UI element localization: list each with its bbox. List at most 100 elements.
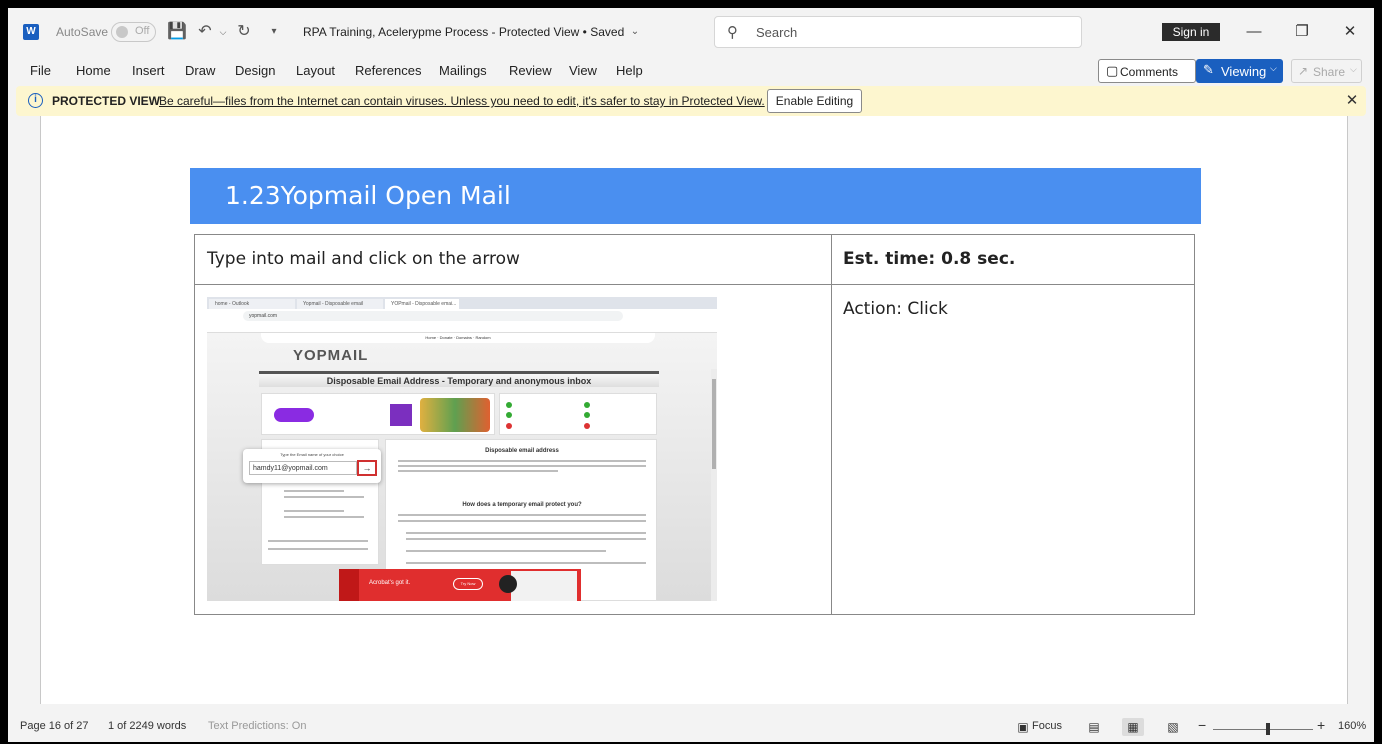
ad-pill	[274, 408, 314, 422]
browser-tab-strip: home - Outlook Yopmail - Disposable emai…	[207, 297, 717, 309]
enable-editing-button[interactable]: Enable Editing	[767, 89, 862, 113]
document-canvas[interactable]: 1.23Yopmail Open Mail Type into mail and…	[8, 116, 1374, 704]
minimize-icon[interactable]: —	[1242, 20, 1266, 44]
browser-address-bar: yopmail.com	[207, 309, 717, 323]
ad-try-button: Try Now	[453, 578, 483, 590]
check-icon	[584, 412, 590, 418]
arrow-icon: →	[357, 460, 377, 476]
toggle-knob	[116, 26, 128, 38]
zoom-slider-thumb[interactable]	[1266, 723, 1270, 735]
share-button[interactable]: ↗ Share ⌵	[1291, 59, 1362, 83]
undo-icon[interactable]: ↶	[195, 22, 215, 42]
word-logo-icon: W	[23, 24, 39, 40]
screenshot-scrollbar	[711, 369, 717, 601]
menu-file[interactable]: File	[30, 63, 51, 78]
table-row: Type into mail and click on the arrow Es…	[194, 234, 1195, 285]
menu-layout[interactable]: Layout	[296, 63, 335, 78]
redo-icon[interactable]: ↻	[234, 22, 254, 42]
web-layout-icon[interactable]: ▧	[1162, 718, 1184, 736]
yopmail-nav: Home · Donate · Domains · Random	[261, 333, 655, 343]
protected-view-title: PROTECTED VIEW	[52, 94, 161, 108]
text-line	[406, 562, 646, 564]
adobe-logo	[339, 569, 359, 601]
yopmail-features	[499, 393, 657, 435]
autosave-toggle[interactable]: Off	[111, 22, 156, 42]
comments-button[interactable]: ▢ Comments	[1098, 59, 1196, 83]
zoom-slider[interactable]	[1213, 729, 1313, 730]
search-placeholder: Search	[756, 25, 798, 40]
search-icon: ⚲	[727, 24, 738, 41]
zoom-level[interactable]: 160%	[1338, 720, 1366, 732]
yopmail-page: Home · Donate · Domains · Random YOPMAIL…	[207, 333, 717, 601]
screenshot-cell: home - Outlook Yopmail - Disposable emai…	[194, 284, 832, 615]
search-input[interactable]: ⚲ Search	[714, 16, 1082, 48]
word-count[interactable]: 1 of 2249 words	[108, 720, 186, 732]
page-count[interactable]: Page 16 of 27	[20, 720, 89, 732]
text-line	[284, 516, 364, 518]
menu-references[interactable]: References	[355, 63, 421, 78]
viewing-chevron-icon: ⌵	[1270, 63, 1277, 73]
undo-dropdown-icon[interactable]: ⌵	[213, 22, 233, 42]
status-bar: Page 16 of 27 1 of 2249 words Text Predi…	[8, 714, 1374, 742]
autosave-state: Off	[135, 25, 150, 37]
table-row: home - Outlook Yopmail - Disposable emai…	[194, 284, 1195, 615]
menu-mailings[interactable]: Mailings	[439, 63, 487, 78]
text-line	[398, 470, 558, 472]
save-icon[interactable]: 💾	[167, 22, 187, 42]
document-title[interactable]: RPA Training, Acelerypme Process - Prote…	[303, 25, 624, 39]
ad-image	[420, 398, 490, 432]
zoom-in-icon[interactable]: +	[1317, 717, 1325, 733]
ad-circle-icon	[499, 575, 517, 593]
sign-in-button[interactable]: Sign in	[1162, 23, 1220, 41]
text-line	[284, 496, 364, 498]
text-predictions[interactable]: Text Predictions: On	[208, 720, 306, 732]
text-line	[406, 532, 646, 534]
close-bar-icon[interactable]: ✕	[1342, 91, 1362, 111]
text-line	[398, 465, 646, 467]
check-icon	[584, 402, 590, 408]
menu-view[interactable]: View	[569, 63, 597, 78]
email-label: Type the Email name of your choice	[280, 452, 344, 457]
step-table: Type into mail and click on the arrow Es…	[194, 234, 1195, 615]
document-page[interactable]: 1.23Yopmail Open Mail Type into mail and…	[40, 116, 1348, 704]
text-line	[284, 510, 344, 512]
browser-tab: home - Outlook	[209, 299, 295, 309]
yopmail-ad-banner	[261, 393, 495, 435]
focus-icon[interactable]: ▣	[1012, 718, 1034, 736]
customize-toolbar-icon[interactable]: ▾	[264, 22, 284, 42]
browser-bookmarks-bar	[207, 323, 717, 333]
title-chevron-down-icon[interactable]: ⌄	[625, 22, 645, 42]
menu-home[interactable]: Home	[76, 63, 111, 78]
cross-icon	[584, 423, 590, 429]
restore-icon[interactable]: ❐	[1290, 20, 1314, 44]
viewing-button[interactable]: ✎ Viewing ⌵	[1196, 59, 1283, 83]
focus-label[interactable]: Focus	[1032, 720, 1062, 732]
action-cell: Action: Click	[831, 284, 1195, 615]
protected-view-message[interactable]: Be careful—files from the Internet can c…	[159, 94, 765, 108]
cross-icon	[506, 423, 512, 429]
menu-insert[interactable]: Insert	[132, 63, 165, 78]
text-line	[398, 520, 646, 522]
viewing-label: Viewing	[1221, 64, 1267, 79]
embedded-screenshot: home - Outlook Yopmail - Disposable emai…	[207, 297, 717, 601]
menu-help[interactable]: Help	[616, 63, 643, 78]
yopmail-header: Disposable Email Address - Temporary and…	[259, 371, 659, 387]
read-mode-icon[interactable]: ▤	[1083, 718, 1105, 736]
yopmail-logo: YOPMAIL	[293, 347, 369, 364]
browser-tab: Yopmail - Disposable email	[297, 299, 383, 309]
email-input: hamdy11@yopmail.com	[249, 461, 357, 475]
menu-review[interactable]: Review	[509, 63, 552, 78]
menu-design[interactable]: Design	[235, 63, 275, 78]
pen-icon: ✎	[1203, 62, 1214, 77]
est-time: Est. time: 0.8 sec.	[831, 234, 1195, 285]
title-bar: W AutoSave Off 💾 ↶ ⌵ ↻ ▾ RPA Training, A…	[8, 8, 1374, 56]
step-description: Type into mail and click on the arrow	[194, 234, 832, 285]
close-icon[interactable]: ✕	[1338, 20, 1362, 44]
right-heading-2: How does a temporary email protect you?	[462, 502, 582, 508]
menu-draw[interactable]: Draw	[185, 63, 215, 78]
zoom-out-icon[interactable]: −	[1198, 717, 1206, 733]
text-line	[268, 540, 368, 542]
print-layout-icon[interactable]: ▦	[1122, 718, 1144, 736]
section-heading: 1.23Yopmail Open Mail	[225, 181, 511, 210]
share-chevron-icon: ⌵	[1350, 64, 1357, 74]
